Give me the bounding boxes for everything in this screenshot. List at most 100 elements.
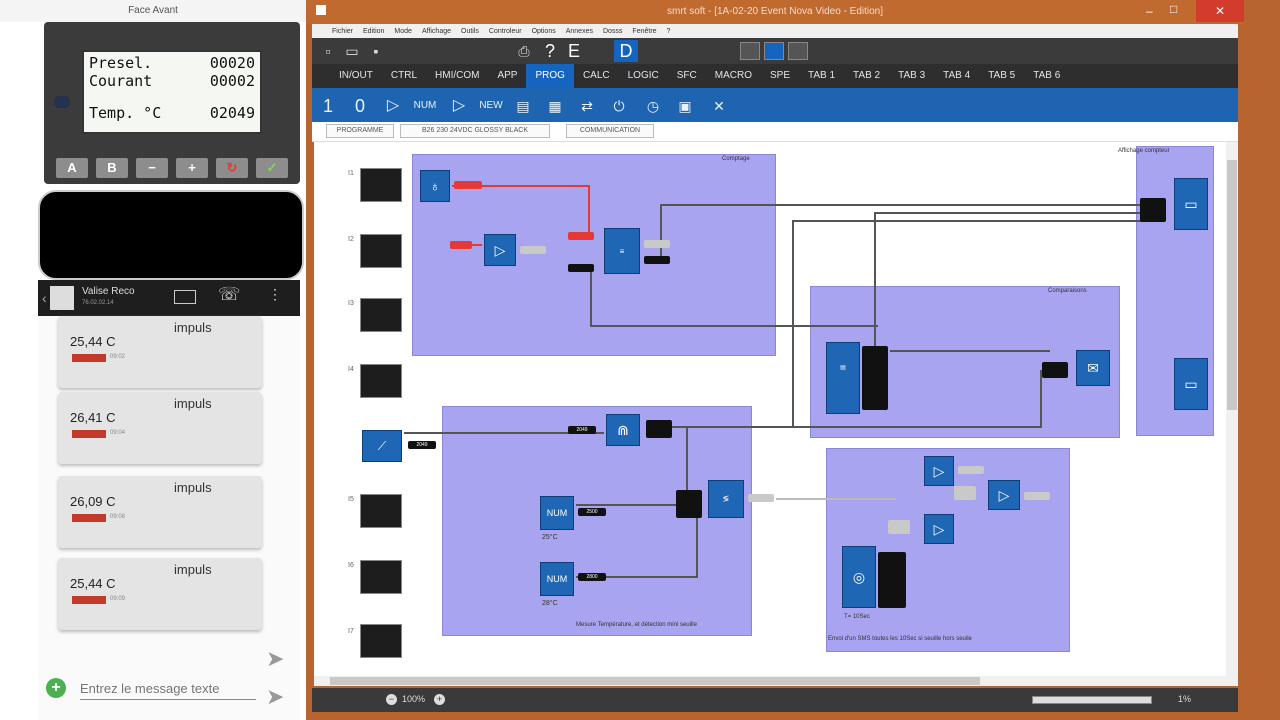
constant-1-button[interactable]: 1 [318,94,338,118]
clock-icon[interactable]: ◷ [640,94,666,118]
display-icon[interactable]: ▣ [672,94,698,118]
tab-tab4[interactable]: TAB 4 [934,64,979,88]
tools-icon[interactable]: ✕ [706,94,732,118]
contact-card-icon[interactable] [174,290,196,304]
menu-item[interactable]: Fichier [332,28,353,35]
constant-0-button[interactable]: 0 [350,94,370,118]
num-block-1[interactable]: NUM [540,496,574,530]
mux-block[interactable] [1042,362,1068,378]
sheet-tab-programme[interactable]: PROGRAMME [326,124,394,138]
input-slot[interactable] [360,168,402,202]
menu-icon[interactable]: ⋮ [268,286,282,303]
menu-item[interactable]: Mode [394,28,412,35]
tab-prog[interactable]: PROG [526,64,574,88]
or-block[interactable]: ▷ [988,480,1020,510]
tab-tab5[interactable]: TAB 5 [979,64,1024,88]
plc-button-a[interactable]: A [56,158,88,178]
horizontal-scroll-thumb[interactable] [330,677,980,685]
menu-item[interactable]: ? [667,28,671,35]
tab-tab3[interactable]: TAB 3 [889,64,934,88]
tab-app[interactable]: APP [488,64,526,88]
tab-calc[interactable]: CALC [574,64,619,88]
debug-mode-icon[interactable]: D [614,40,638,62]
num-button[interactable]: NUM [410,94,440,118]
register-icon[interactable]: ▦ [542,94,568,118]
message-bubble[interactable]: impuls 25,44 C 09:09 [58,558,262,630]
gain-function-block[interactable]: ⋒ [606,414,640,446]
input-slot[interactable] [360,560,402,594]
input-slot[interactable] [360,364,402,398]
plc-button-plus[interactable]: + [176,158,208,178]
num-block-2[interactable]: NUM [540,562,574,596]
message-bubble[interactable]: impuls 26,09 C 09:08 [58,476,262,548]
compare-icon[interactable]: ▷ [380,94,406,118]
tab-tab2[interactable]: TAB 2 [844,64,889,88]
display-function-block[interactable]: ▭ [1174,178,1208,230]
minimize-icon[interactable]: – [1146,4,1153,18]
input-slot[interactable] [360,298,402,332]
compare-block[interactable]: ▷ [924,514,954,544]
plc-button-ok-icon[interactable]: ✓ [256,158,288,178]
input-slot[interactable] [360,494,402,528]
mux-block[interactable] [878,552,906,608]
input-slot[interactable] [360,624,402,658]
menu-item[interactable]: Fenêtre [632,28,656,35]
save-icon[interactable]: ▪ [366,38,386,64]
print-icon[interactable]: ⎙ [514,38,534,64]
menu-item[interactable]: Controleur [489,28,522,35]
add-icon[interactable]: + [46,678,66,698]
new-button[interactable]: NEW [476,94,506,118]
compare-block[interactable]: ▷ [924,456,954,486]
sheet-tab-communication[interactable]: COMMUNICATION [566,124,654,138]
transfer-read-icon[interactable] [740,42,760,60]
plc-button-b[interactable]: B [96,158,128,178]
timer-block[interactable]: ◎ [842,546,876,608]
call-icon[interactable]: ☏ [218,284,241,305]
mux-block[interactable] [862,346,888,410]
tab-ctrl[interactable]: CTRL [382,64,426,88]
transfer-compare-icon[interactable] [788,42,808,60]
tab-tab1[interactable]: TAB 1 [799,64,844,88]
edit-mode-icon[interactable]: E [564,38,584,64]
close-icon[interactable]: ✕ [1196,0,1244,22]
counter-icon[interactable]: ⏻ [606,94,632,118]
tab-macro[interactable]: MACRO [706,64,761,88]
mux-block[interactable] [676,490,702,518]
tab-logic[interactable]: LOGIC [619,64,668,88]
sensor-input-block[interactable]: ⟋ [362,430,402,462]
help-icon[interactable]: ? [540,38,560,64]
zoom-out-icon[interactable]: − [386,694,397,705]
plc-button-minus[interactable]: − [136,158,168,178]
input-function-block[interactable]: ♁ [420,170,450,202]
new-file-icon[interactable]: ▫ [318,38,338,64]
tab-hmicom[interactable]: HMI/COM [426,64,488,88]
message-bubble[interactable]: impuls 25,44 C 09:02 [58,316,262,388]
input-slot[interactable] [360,234,402,268]
open-icon[interactable]: ▭ [342,38,362,64]
mux-block[interactable] [1140,198,1166,222]
text-function-block[interactable]: ✉ [1076,350,1110,386]
tab-inout[interactable]: IN/OUT [330,64,382,88]
sheet-tab-controller[interactable]: B26 230 24VDC GLOSSY BLACK [400,124,550,138]
maximize-icon[interactable]: □ [1170,2,1177,16]
message-input[interactable] [80,678,256,700]
compare-num-block[interactable]: ≶ [708,480,744,518]
compare-function-block[interactable]: ▷ [484,234,516,266]
shift-icon[interactable]: ⇄ [574,94,600,118]
menu-item[interactable]: Edition [363,28,384,35]
plc-button-escape-icon[interactable]: ↻ [216,158,248,178]
memory-icon[interactable]: ▤ [510,94,536,118]
back-icon[interactable]: ‹ [42,290,47,306]
send-icon[interactable]: ➤ [266,646,284,672]
menu-item[interactable]: Outils [461,28,479,35]
menu-item[interactable]: Options [532,28,556,35]
menu-item[interactable]: Affichage [422,28,451,35]
display-function-block[interactable]: ▭ [1174,358,1208,410]
gain-icon[interactable]: ▷ [446,94,472,118]
transfer-write-icon[interactable] [764,42,784,60]
tab-spe[interactable]: SPE [761,64,799,88]
counter-function-block[interactable]: ≡ [604,228,640,274]
compare-block[interactable]: ▤ [826,342,860,414]
vertical-scroll-thumb[interactable] [1227,160,1237,410]
group-temperature[interactable] [442,406,752,636]
